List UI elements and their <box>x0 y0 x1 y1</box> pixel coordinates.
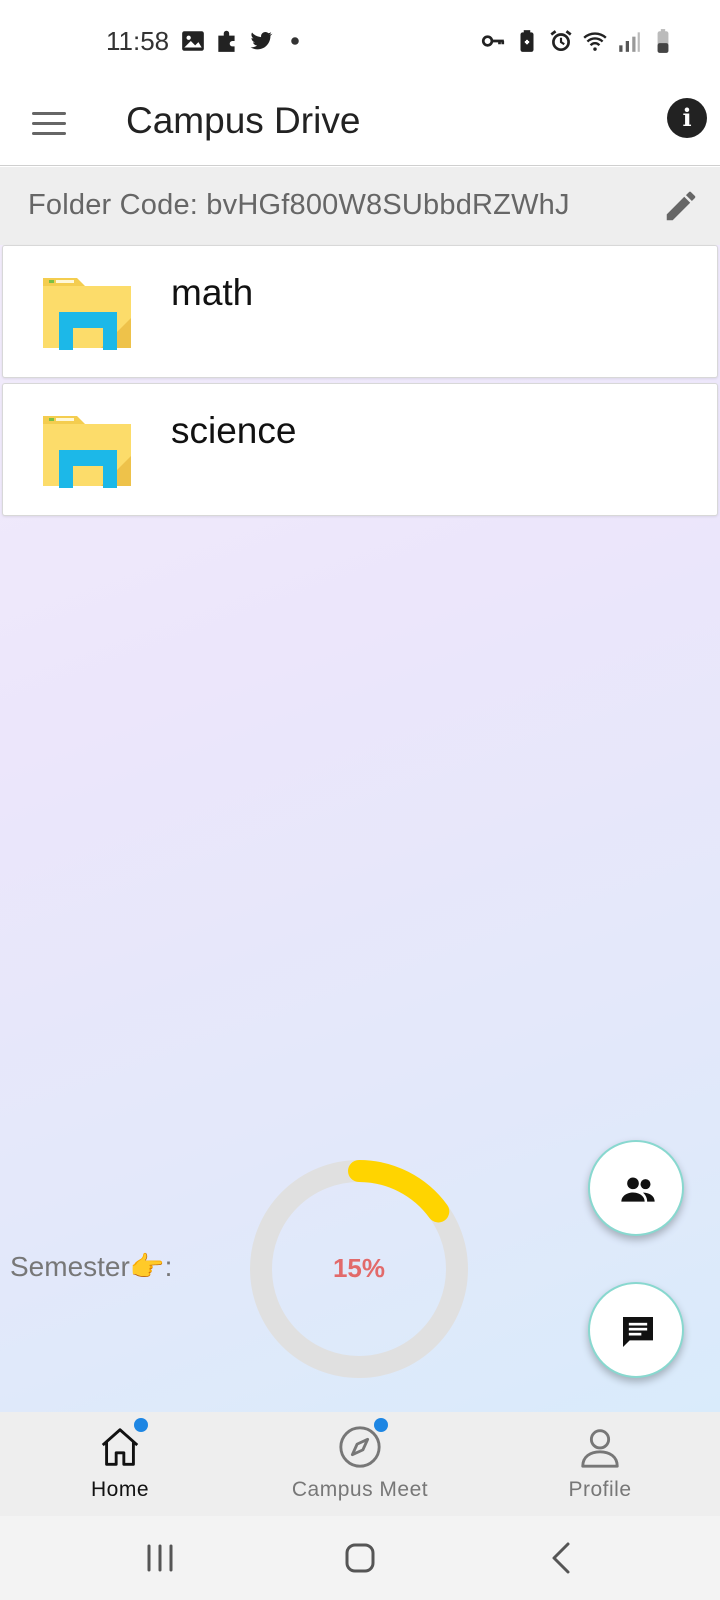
folder-icon <box>43 278 131 350</box>
person-icon <box>581 1429 619 1468</box>
gallery-icon <box>182 31 204 51</box>
nav-label: Campus Meet <box>291 1478 429 1501</box>
recent-apps-icon[interactable] <box>138 1536 182 1580</box>
battery-saver-icon <box>520 30 534 52</box>
folder-name: math <box>171 272 254 313</box>
hamburger-icon-line <box>32 132 66 135</box>
status-time: 11:58 <box>106 26 170 56</box>
semester-label: Semester👉: <box>10 1251 173 1282</box>
vpn-key-icon <box>481 35 505 47</box>
chat-icon <box>623 1317 653 1347</box>
folder-code-bar: Folder Code: bvHGf800W8SUbbdRZWhJ <box>0 167 720 245</box>
alarm-icon <box>550 30 572 52</box>
back-icon[interactable] <box>540 1536 584 1580</box>
puzzle-icon <box>218 30 235 52</box>
page-title: Campus Drive <box>126 100 361 141</box>
hamburger-icon-line <box>32 112 66 115</box>
semester-progress-text: 15% <box>332 1253 386 1283</box>
compass-icon <box>339 1426 381 1468</box>
folder-item-math[interactable]: math <box>2 245 718 378</box>
info-button[interactable]: i <box>667 98 707 138</box>
groups-fab-button[interactable] <box>588 1140 684 1236</box>
folder-name: science <box>171 410 297 451</box>
app-bar: Campus Drive i <box>0 88 720 166</box>
folder-code-text: Folder Code: bvHGf800W8SUbbdRZWhJ <box>28 189 570 221</box>
groups-icon <box>621 1177 655 1202</box>
twitter-icon <box>250 31 273 50</box>
home-system-icon[interactable] <box>338 1536 382 1580</box>
system-nav-bar <box>0 1516 720 1600</box>
system-status-icons <box>480 28 676 54</box>
folder-icon <box>43 416 131 488</box>
folder-item-science[interactable]: science <box>2 383 718 516</box>
notification-badge <box>134 1418 148 1432</box>
hamburger-icon-line <box>32 122 66 125</box>
nav-label: Profile <box>568 1478 632 1501</box>
notification-icons <box>180 28 308 54</box>
bottom-nav: Home Campus Meet Profile <box>0 1412 720 1516</box>
menu-button[interactable] <box>28 102 72 146</box>
status-bar: 11:58 <box>0 0 720 88</box>
wifi-icon <box>583 32 607 51</box>
chat-fab-button[interactable] <box>588 1282 684 1378</box>
more-notifications-dot-icon <box>291 37 299 45</box>
home-icon <box>101 1428 139 1466</box>
nav-item-profile[interactable]: Profile <box>480 1412 720 1516</box>
notification-badge <box>374 1418 388 1432</box>
nav-item-campus-meet[interactable]: Campus Meet <box>240 1412 480 1516</box>
signal-icon <box>619 32 640 52</box>
nav-item-home[interactable]: Home <box>0 1412 240 1516</box>
edit-pencil-icon[interactable] <box>662 187 700 225</box>
battery-icon <box>657 29 669 53</box>
nav-label: Home <box>90 1478 150 1501</box>
info-icon: i <box>682 103 692 132</box>
